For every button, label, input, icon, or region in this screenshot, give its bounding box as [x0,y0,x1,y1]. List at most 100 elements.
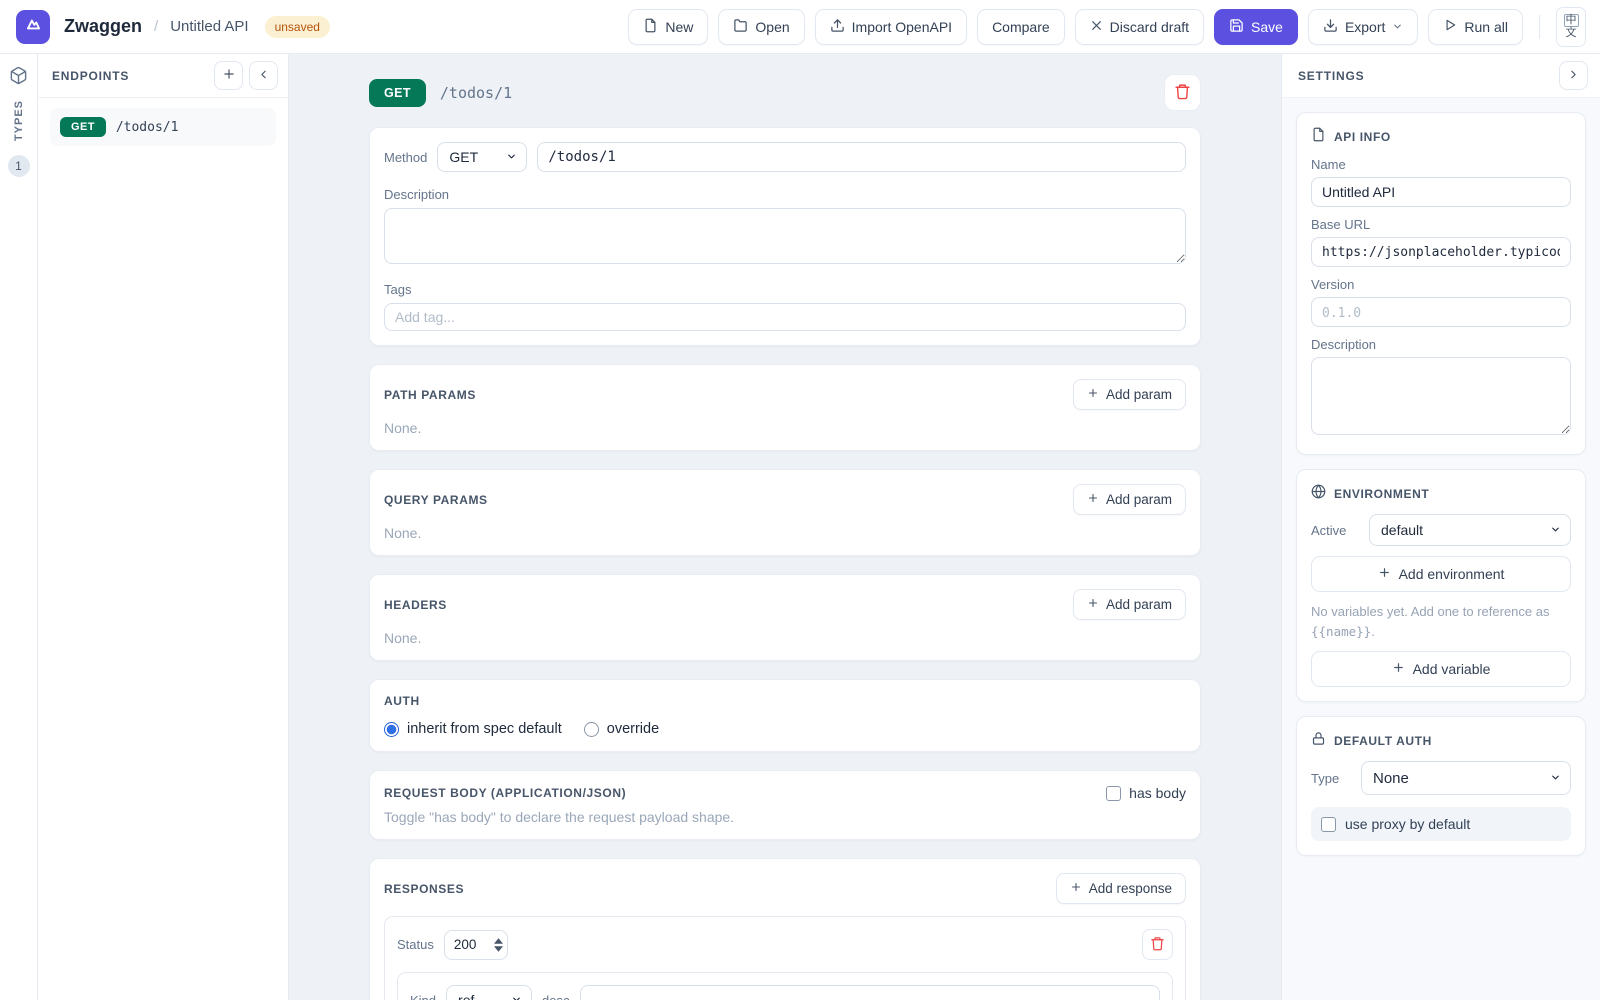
no-variables-note: No variables yet. Add one to reference a… [1311,602,1571,641]
add-variable-button[interactable]: Add variable [1311,651,1571,687]
response-desc-input[interactable] [580,985,1161,1000]
api-description-textarea[interactable] [1311,357,1571,435]
delete-endpoint-button[interactable] [1164,74,1201,111]
chevron-right-icon [1567,68,1580,84]
endpoint-path: /todos/1 [116,120,179,135]
breadcrumb-separator: / [154,18,158,35]
endpoint-general-card: Method GET Description Tags [369,127,1201,346]
base-url-input[interactable] [1311,237,1571,267]
checkbox-icon [1106,786,1121,801]
path-input[interactable] [537,142,1186,172]
name-label: Name [1311,157,1571,172]
desc-label: desc [542,993,569,1000]
radio-checked-icon [384,722,399,737]
query-params-title: QUERY PARAMS [384,493,1073,507]
add-path-param-button[interactable]: Add param [1073,379,1186,410]
query-params-empty: None. [384,525,1186,541]
trash-icon [1174,83,1191,103]
path-params-empty: None. [384,420,1186,436]
chevron-down-icon [1550,770,1561,787]
responses-card: RESPONSES Add response Status 200 [369,858,1201,1000]
method-badge: GET [60,117,106,137]
method-select[interactable]: GET [437,142,527,172]
default-auth-title: DEFAULT AUTH [1334,734,1432,748]
use-proxy-checkbox[interactable]: use proxy by default [1311,807,1571,841]
kind-select[interactable]: ref [446,985,532,1000]
settings-body: API INFO Name Base URL Version Descripti… [1282,98,1600,884]
request-body-hint: Toggle "has body" to declare the request… [384,809,1186,825]
language-icon: 中 [1564,14,1579,27]
chevron-left-icon [257,68,270,84]
tags-label: Tags [384,282,1186,297]
run-all-button[interactable]: Run all [1428,9,1523,45]
response-shape-box: Kind ref desc Ref Todo [397,972,1173,1000]
settings-header: SETTINGS [1282,54,1600,98]
version-input[interactable] [1311,297,1571,327]
plus-icon [1087,387,1099,402]
endpoints-header: ENDPOINTS [38,54,288,98]
new-button-label: New [665,19,693,35]
delete-response-button[interactable] [1142,929,1173,960]
variable-syntax-example: {{name}} [1311,624,1371,639]
settings-title: SETTINGS [1298,69,1553,83]
download-icon [1323,18,1338,36]
endpoint-editor: GET /todos/1 Method GET Description Tags [289,54,1281,1000]
query-params-card: QUERY PARAMS Add param None. [369,469,1201,556]
settings-panel: SETTINGS API INFO Name Base URL Version … [1281,54,1600,1000]
mountain-icon [24,15,43,39]
endpoints-list: GET /todos/1 [38,98,288,156]
environment-card: ENVIRONMENT Active default Add environme… [1296,469,1586,702]
import-openapi-button[interactable]: Import OpenAPI [815,9,967,45]
plus-icon [1392,661,1405,677]
endpoint-list-item[interactable]: GET /todos/1 [50,108,276,146]
plus-icon [1070,881,1082,896]
app-name: Zwaggen [64,16,142,37]
open-button[interactable]: Open [718,9,804,45]
response-item: Status 200 Kind [384,916,1186,1000]
open-button-label: Open [755,19,789,35]
file-icon [643,18,658,36]
has-body-checkbox[interactable]: has body [1106,785,1186,801]
types-count-badge: 1 [8,155,30,177]
collapse-settings-button[interactable] [1559,61,1588,90]
auth-inherit-radio[interactable]: inherit from spec default [384,721,562,737]
new-button[interactable]: New [628,9,708,45]
language-toggle-button[interactable]: 中 文 [1556,7,1586,47]
method-label: Method [384,150,427,165]
collapse-endpoints-button[interactable] [249,61,278,90]
plus-icon [1087,597,1099,612]
api-info-card: API INFO Name Base URL Version Descripti… [1296,112,1586,455]
tag-input[interactable] [384,303,1186,331]
number-stepper[interactable] [490,931,507,959]
auth-override-radio[interactable]: override [584,721,659,737]
types-cube-icon[interactable] [9,66,28,90]
active-environment-select[interactable]: default [1369,514,1571,546]
rail-types-label[interactable]: TYPES [13,100,25,141]
add-query-param-button[interactable]: Add param [1073,484,1186,515]
compare-button[interactable]: Compare [977,9,1065,45]
endpoint-header-path: /todos/1 [440,84,1150,102]
auth-type-select[interactable]: None [1361,761,1571,795]
chevron-down-icon [1550,522,1561,538]
description-textarea[interactable] [384,208,1186,264]
run-all-label: Run all [1464,19,1508,35]
headers-empty: None. [384,630,1186,646]
method-badge-large: GET [369,79,426,107]
api-description-label: Description [1311,337,1571,352]
api-name-input[interactable] [1311,177,1571,207]
add-environment-button[interactable]: Add environment [1311,556,1571,592]
export-button[interactable]: Export [1308,9,1418,45]
add-response-button[interactable]: Add response [1056,873,1186,904]
add-endpoint-button[interactable] [214,61,243,90]
default-auth-card: DEFAULT AUTH Type None use proxy by defa… [1296,716,1586,856]
discard-draft-button[interactable]: Discard draft [1075,9,1204,45]
add-header-button[interactable]: Add param [1073,589,1186,620]
save-button[interactable]: Save [1214,9,1298,45]
topbar-divider [1539,15,1540,39]
folder-icon [733,18,748,36]
status-input[interactable]: 200 [444,930,508,960]
request-body-title: REQUEST BODY (APPLICATION/JSON) [384,786,1106,800]
save-button-label: Save [1251,19,1283,35]
lock-icon [1311,731,1326,751]
headers-card: HEADERS Add param None. [369,574,1201,661]
